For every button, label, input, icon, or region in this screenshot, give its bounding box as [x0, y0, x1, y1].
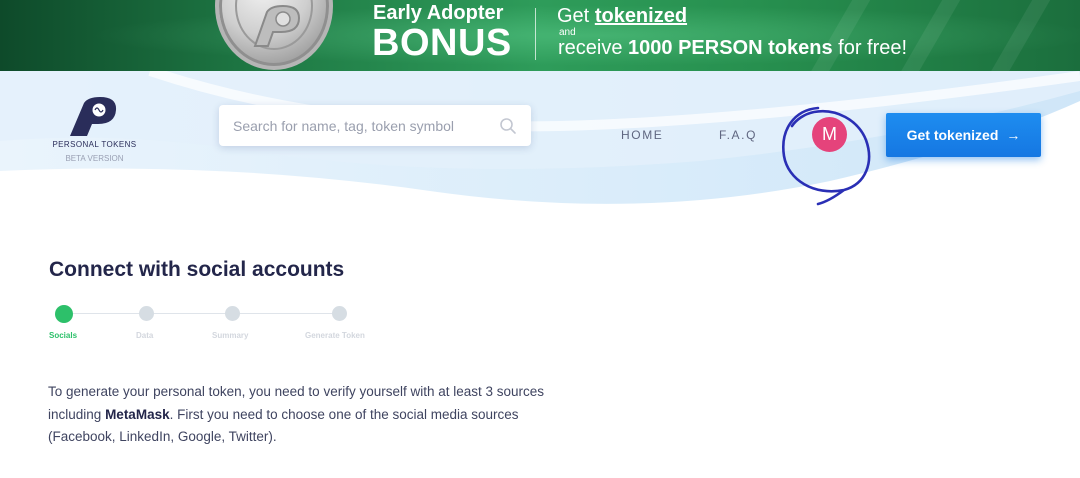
intro-line-1: To generate your personal token, you nee…: [48, 384, 545, 399]
personal-tokens-logo-icon: [70, 97, 117, 136]
step-dot-socials[interactable]: [55, 305, 73, 323]
brand-name: PERSONAL TOKENS: [52, 140, 137, 149]
coin-logo-glyph: [253, 4, 301, 47]
get-tokenized-label: Get tokenized: [906, 127, 999, 143]
nav-faq-link[interactable]: F.A.Q: [719, 128, 757, 142]
page-title: Connect with social accounts: [49, 258, 345, 281]
step-label-socials: Socials: [49, 331, 78, 340]
banner-receive-suffix: for free!: [838, 37, 908, 59]
user-avatar[interactable]: M: [812, 117, 847, 152]
banner-get-line: Get tokenized: [557, 5, 687, 28]
banner-divider: [535, 8, 536, 60]
banner-tokenized-link[interactable]: tokenized: [595, 5, 687, 27]
step-dot-summary[interactable]: [225, 306, 240, 321]
step-label-generate-token: Generate Token: [305, 331, 365, 340]
promo-banner[interactable]: Early Adopter BONUS Get tokenized and re…: [0, 0, 1080, 71]
step-dot-generate-token[interactable]: [332, 306, 347, 321]
step-label-data: Data: [136, 331, 154, 340]
banner-receive-amount: 1000 PERSON tokens: [628, 37, 833, 59]
step-dot-data[interactable]: [139, 306, 154, 321]
nav-home-link[interactable]: HOME: [621, 128, 663, 142]
brand-subtitle: BETA VERSION: [65, 154, 124, 163]
get-tokenized-button[interactable]: Get tokenized →: [886, 113, 1041, 157]
intro-line-3: (Facebook, LinkedIn, Google, Twitter).: [48, 429, 277, 444]
stepper-track: [64, 313, 340, 314]
brand-logo[interactable]: PERSONAL TOKENS BETA VERSION: [52, 97, 137, 167]
intro-metamask: MetaMask: [105, 406, 170, 422]
intro-line-2-suffix: . First you need to choose one of the so…: [169, 406, 519, 422]
banner-get-prefix: Get: [557, 5, 590, 27]
intro-line-2-prefix: including: [48, 406, 102, 422]
search-icon[interactable]: [499, 117, 517, 135]
banner-receive-prefix: receive: [558, 37, 623, 59]
search-box: [219, 105, 531, 146]
step-label-summary: Summary: [212, 331, 249, 340]
arrow-right-icon: →: [1006, 127, 1021, 143]
banner-title-big: BONUS: [372, 22, 512, 64]
intro-paragraph: To generate your personal token, you nee…: [48, 381, 628, 449]
search-input[interactable]: [219, 105, 489, 146]
banner-receive-line: receive 1000 PERSON tokens for free!: [558, 37, 907, 60]
